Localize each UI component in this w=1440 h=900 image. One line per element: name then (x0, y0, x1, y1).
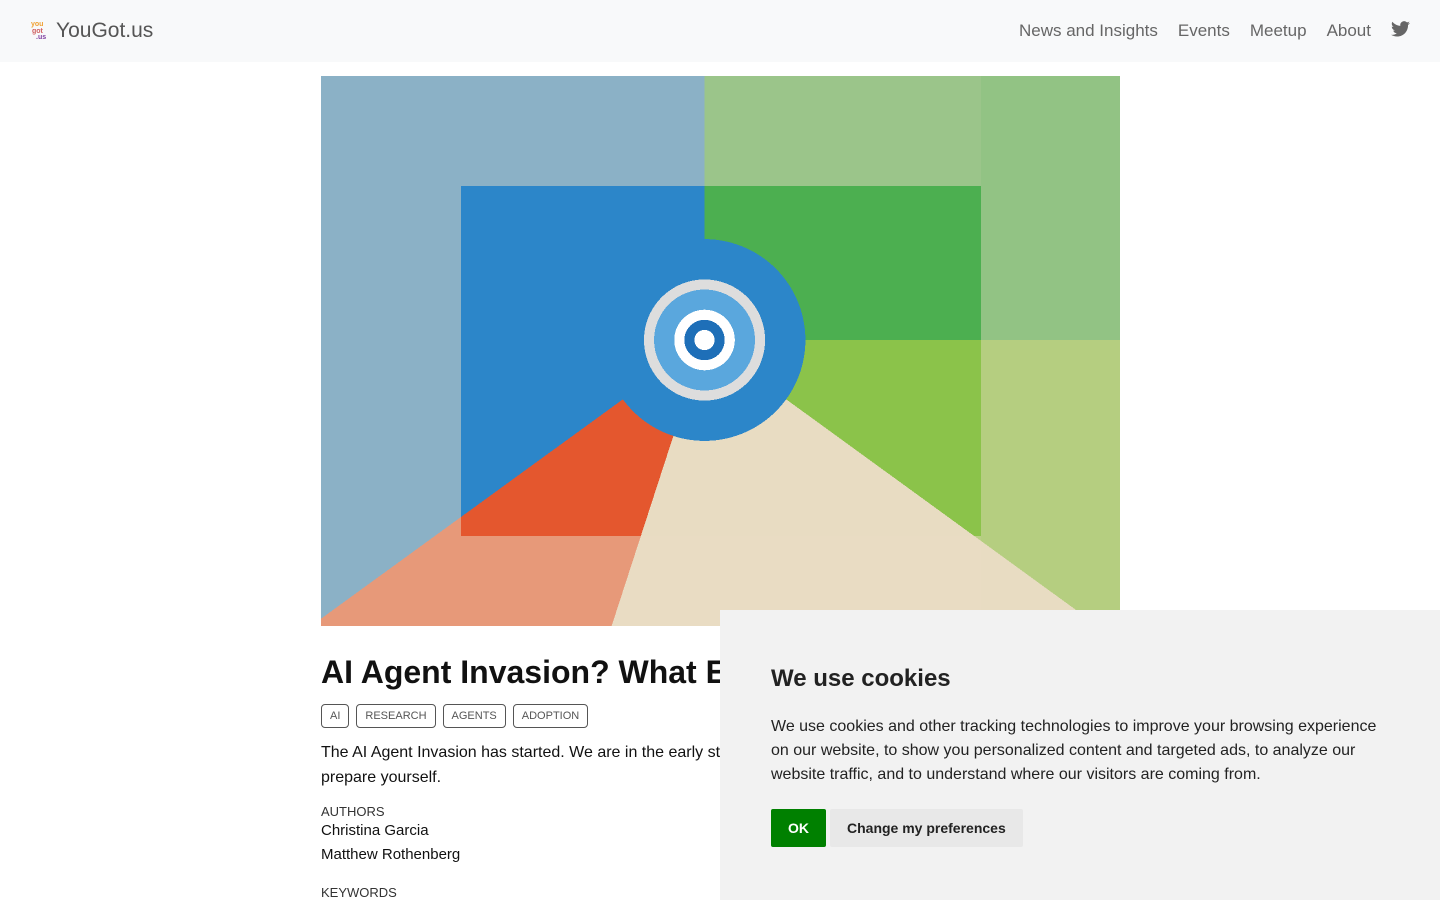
navbar: you got .us YouGot.us News and Insights … (0, 0, 1440, 62)
twitter-icon[interactable] (1391, 20, 1410, 42)
cookie-title: We use cookies (771, 665, 951, 692)
nav-meetup[interactable]: Meetup (1250, 21, 1307, 41)
nav-about[interactable]: About (1327, 21, 1371, 41)
brand-name: YouGot.us (56, 19, 154, 42)
hero-image (321, 76, 1120, 626)
cookie-ok-button[interactable]: OK (771, 809, 826, 847)
nav-events[interactable]: Events (1178, 21, 1230, 41)
brand-link[interactable]: you got .us YouGot.us (30, 19, 153, 43)
nav-news-and-insights[interactable]: News and Insights (1019, 21, 1158, 41)
tag-agents[interactable]: AGENTS (442, 704, 506, 728)
tag-adoption[interactable]: ADOPTION (512, 704, 589, 728)
cookie-banner: We use cookies We use cookies and other … (720, 610, 1440, 900)
tag-research[interactable]: RESEARCH (356, 704, 436, 728)
cookie-preferences-button[interactable]: Change my preferences (830, 809, 1023, 847)
nav-links: News and Insights Events Meetup About (1019, 20, 1410, 42)
tag-ai[interactable]: AI (321, 704, 350, 728)
logo-icon: you got .us (31, 21, 47, 41)
cookie-text: We use cookies and other tracking techno… (771, 718, 1377, 783)
